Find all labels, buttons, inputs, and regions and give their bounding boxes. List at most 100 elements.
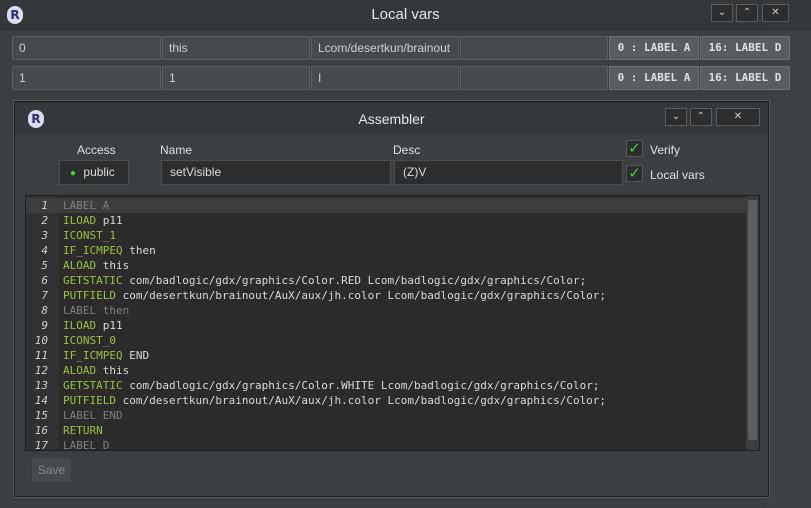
code-line[interactable]: 11 IF_ICMPEQ END	[26, 348, 746, 363]
code-line[interactable]: 17 LABEL D	[26, 438, 746, 451]
opcode: ICONST_1	[63, 229, 116, 242]
line-number: 11	[34, 349, 48, 362]
line-number: 12	[34, 364, 48, 377]
operand: this	[96, 364, 130, 377]
code-text: IF_ICMPEQ then	[63, 243, 156, 258]
access-selector[interactable]: ● public	[59, 160, 129, 185]
code-line[interactable]: 4 IF_ICMPEQ then	[26, 243, 746, 258]
editor-scrollbar[interactable]	[746, 196, 759, 450]
line-number: 6	[41, 274, 48, 287]
code-text: ILOAD p11	[63, 213, 123, 228]
maximize-button[interactable]: ⌃	[736, 4, 758, 22]
local-var-row[interactable]: 1 1 I 0 : LABEL A 16: LABEL D	[12, 66, 790, 90]
window-title: Local vars	[371, 6, 440, 23]
code-line[interactable]: 10 ICONST_0	[26, 333, 746, 348]
save-button[interactable]: Save	[31, 457, 72, 483]
code-line[interactable]: 13 GETSTATIC com/badlogic/gdx/graphics/Co…	[26, 378, 746, 393]
local-vars-checkbox[interactable]: ✓	[626, 165, 643, 182]
name-label: Name	[160, 143, 193, 157]
line-number: 17	[34, 439, 48, 451]
opcode: IF_ICMPEQ	[63, 349, 123, 362]
line-number: 8	[41, 304, 48, 317]
var-start-label-button[interactable]: 0 : LABEL A	[609, 36, 699, 60]
assembler-close-button[interactable]: ✕	[716, 108, 760, 126]
var-start-label-button[interactable]: 0 : LABEL A	[609, 66, 699, 90]
minimize-button[interactable]: ⌄	[711, 4, 733, 22]
background-scroll-area	[767, 30, 811, 508]
var-signature-field[interactable]	[460, 36, 608, 60]
var-end-label-button[interactable]: 16: LABEL D	[700, 66, 790, 90]
code-text: ILOAD p11	[63, 318, 123, 333]
window-titlebar[interactable]: R Local vars ⌄ ⌃ ✕	[0, 0, 811, 30]
line-number: 1	[41, 199, 48, 212]
code-text: RETURN	[63, 423, 103, 438]
editor-scrollbar-thumb[interactable]	[748, 200, 757, 440]
verify-checkbox[interactable]: ✓	[626, 140, 643, 157]
code-text: PUTFIELD com/desertkun/brainout/AuX/aux/…	[63, 288, 606, 303]
opcode: ALOAD	[63, 364, 97, 377]
code-text: LABEL D	[63, 438, 109, 450]
code-line[interactable]: 3 ICONST_1	[26, 228, 746, 243]
code-line[interactable]: 15 LABEL END	[26, 408, 746, 423]
code-text: GETSTATIC com/badlogic/gdx/graphics/Colo…	[63, 378, 599, 393]
code-text: ICONST_1	[63, 228, 116, 243]
line-number: 16	[34, 424, 48, 437]
opcode: PUTFIELD	[63, 289, 116, 302]
desc-input[interactable]: (Z)V	[394, 160, 623, 185]
assembler-titlebar[interactable]: R Assembler ⌄ ⌃ ✕	[15, 102, 768, 134]
opcode: ILOAD	[63, 214, 97, 227]
opcode: IF_ICMPEQ	[63, 244, 123, 257]
code-text: LABEL then	[63, 303, 129, 318]
line-number: 5	[41, 259, 48, 272]
assembler-dialog: R Assembler ⌄ ⌃ ✕ Access ● public Name s…	[14, 101, 769, 497]
code-line[interactable]: 16 RETURN	[26, 423, 746, 438]
var-name-field[interactable]: this	[162, 36, 310, 60]
code-line[interactable]: 6 GETSTATIC com/badlogic/gdx/graphics/Col…	[26, 273, 746, 288]
verify-label: Verify	[650, 143, 681, 157]
operand: com/badlogic/gdx/graphics/Color.RED Lcom…	[122, 274, 587, 287]
assembler-minimize-button[interactable]: ⌄	[665, 108, 687, 126]
var-end-label-button[interactable]: 16: LABEL D	[700, 36, 790, 60]
line-number: 14	[34, 394, 48, 407]
code-line[interactable]: 1 LABEL A	[26, 198, 746, 213]
name-input[interactable]: setVisible	[161, 160, 391, 185]
line-number: 13	[34, 379, 48, 392]
var-index-field[interactable]: 1	[12, 66, 161, 90]
bytecode-editor[interactable]: 1 LABEL A 2 ILOAD p11 3 ICONST_1 4 IF_ICMPEQ th…	[25, 195, 760, 451]
var-desc-field[interactable]: I	[311, 66, 459, 90]
assembler-maximize-button[interactable]: ⌃	[690, 108, 712, 126]
code-line[interactable]: 5 ALOAD this	[26, 258, 746, 273]
code-line[interactable]: 2 ILOAD p11	[26, 213, 746, 228]
var-desc-field[interactable]: Lcom/desertkun/brainout	[311, 36, 459, 60]
local-var-row[interactable]: 0 this Lcom/desertkun/brainout 0 : LABEL…	[12, 36, 790, 60]
operand: then	[122, 244, 156, 257]
code-line[interactable]: 7 PUTFIELD com/desertkun/brainout/AuX/aux…	[26, 288, 746, 303]
line-number: 10	[34, 334, 48, 347]
close-button[interactable]: ✕	[762, 4, 789, 22]
code-text: ICONST_0	[63, 333, 116, 348]
opcode: ICONST_0	[63, 334, 116, 347]
code-text: PUTFIELD com/desertkun/brainout/AuX/aux/…	[63, 393, 606, 408]
local-vars-label: Local vars	[650, 168, 705, 182]
code-text: ALOAD this	[63, 258, 129, 273]
code-text: LABEL A	[63, 198, 109, 213]
operand: p11	[96, 319, 123, 332]
var-index-field[interactable]: 0	[12, 36, 161, 60]
operand: p11	[96, 214, 123, 227]
code-line[interactable]: 12 ALOAD this	[26, 363, 746, 378]
code-text: ALOAD this	[63, 363, 129, 378]
operand: com/desertkun/brainout/AuX/aux/jh.color …	[115, 289, 607, 302]
code-line[interactable]: 9 ILOAD p11	[26, 318, 746, 333]
code-line[interactable]: 8 LABEL then	[26, 303, 746, 318]
var-signature-field[interactable]	[460, 66, 608, 90]
code-line[interactable]: 14 PUTFIELD com/desertkun/brainout/AuX/au…	[26, 393, 746, 408]
line-number: 4	[41, 244, 48, 257]
public-access-icon: ●	[70, 168, 77, 179]
assembler-title: Assembler	[358, 111, 425, 127]
var-name-field[interactable]: 1	[162, 66, 310, 90]
label-directive: LABEL then	[63, 304, 130, 317]
opcode: GETSTATIC	[63, 274, 123, 287]
opcode: ALOAD	[63, 259, 97, 272]
code-text: GETSTATIC com/badlogic/gdx/graphics/Colo…	[63, 273, 586, 288]
line-number: 7	[41, 289, 48, 302]
